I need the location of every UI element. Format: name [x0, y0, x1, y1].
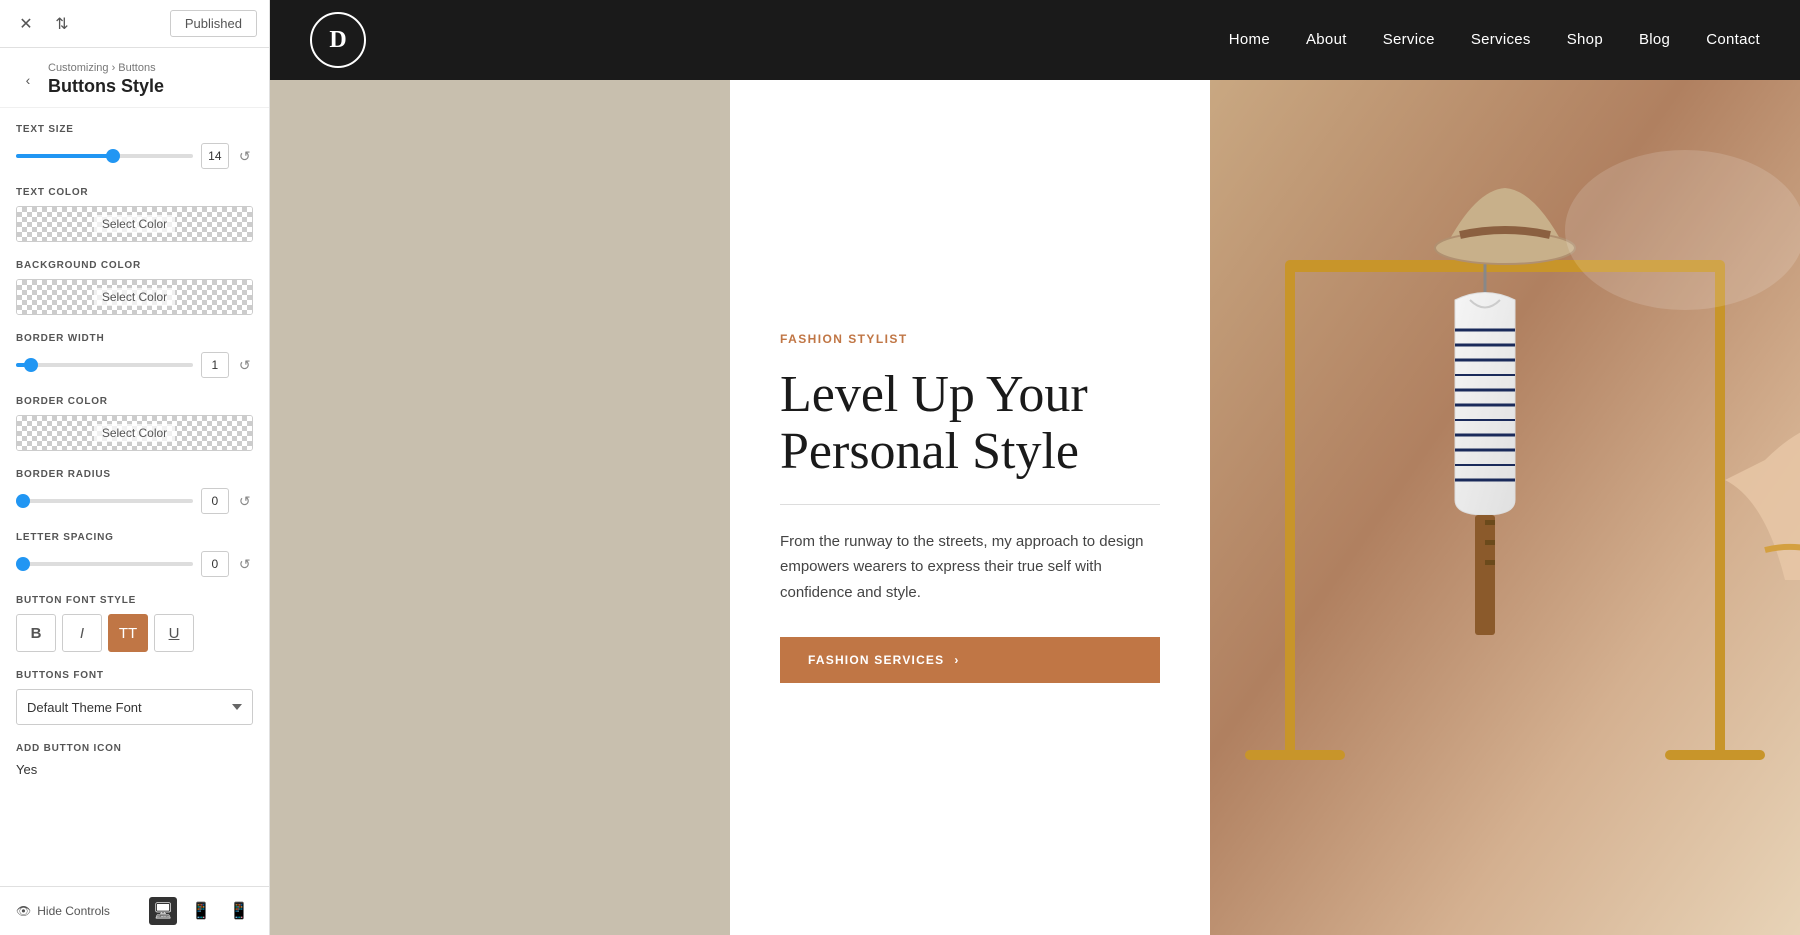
- border-radius-slider[interactable]: [16, 499, 193, 503]
- nav-logo-letter: D: [329, 27, 346, 54]
- cta-arrow-icon: ›: [954, 653, 959, 667]
- text-size-slider[interactable]: [16, 154, 193, 158]
- eye-icon: 👁: [16, 904, 31, 918]
- text-size-reset[interactable]: ↺: [237, 145, 253, 167]
- font-style-buttons: B I TT U: [16, 614, 253, 652]
- border-radius-control: BORDER RADIUS 0 ↺: [16, 469, 253, 514]
- hero-section: FASHION STYLIST Level Up Your Personal S…: [270, 80, 1800, 935]
- cta-button[interactable]: FASHION SERVICES ›: [780, 637, 1160, 683]
- add-button-icon-value: Yes: [16, 762, 253, 777]
- hide-controls-button[interactable]: 👁 Hide Controls: [16, 904, 110, 918]
- mobile-icon[interactable]: 📱: [225, 897, 253, 925]
- text-size-slider-row: 14 ↺: [16, 143, 253, 169]
- add-button-icon-control: ADD BUTTON ICON Yes: [16, 743, 253, 777]
- nav-services[interactable]: Services: [1471, 31, 1531, 48]
- hero-left-block: [270, 80, 730, 935]
- nav-home[interactable]: Home: [1229, 31, 1270, 48]
- top-bar: ✕ ⇅ Published: [0, 0, 269, 48]
- letter-spacing-label: LETTER SPACING: [16, 532, 253, 543]
- text-size-label: TEXT SIZE: [16, 124, 253, 135]
- hero-description: From the runway to the streets, my appro…: [780, 529, 1160, 606]
- text-size-control: TEXT SIZE 14 ↺: [16, 124, 253, 169]
- tablet-icon[interactable]: 📱: [187, 897, 215, 925]
- italic-button[interactable]: I: [62, 614, 102, 652]
- buttons-font-label: BUTTONS FONT: [16, 670, 253, 681]
- border-color-control: BORDER COLOR Select Color: [16, 396, 253, 451]
- hero-right-image: [1210, 80, 1800, 935]
- buttons-font-control: BUTTONS FONT Default Theme Font: [16, 670, 253, 725]
- swap-icon[interactable]: ⇅: [48, 10, 76, 38]
- footer-icons: 🖥 📱 📱: [149, 897, 253, 925]
- border-width-slider[interactable]: [16, 363, 193, 367]
- left-panel: ✕ ⇅ Published ‹ Customizing › Buttons Bu…: [0, 0, 270, 935]
- border-radius-slider-row: 0 ↺: [16, 488, 253, 514]
- panel-header: ‹ Customizing › Buttons Buttons Style: [0, 48, 269, 108]
- letter-spacing-control: LETTER SPACING 0 ↺: [16, 532, 253, 577]
- border-width-reset[interactable]: ↺: [237, 354, 253, 376]
- published-button[interactable]: Published: [170, 10, 257, 37]
- hero-title-line1: Level Up Your: [780, 366, 1088, 423]
- right-preview: D Home About Service Services Shop Blog …: [270, 0, 1800, 935]
- letter-spacing-reset[interactable]: ↺: [237, 553, 253, 575]
- hide-controls-label: Hide Controls: [37, 904, 110, 918]
- clothing-rack-image: [1210, 80, 1800, 935]
- nav-blog[interactable]: Blog: [1639, 31, 1670, 48]
- desktop-icon[interactable]: 🖥: [149, 897, 177, 925]
- underline-button[interactable]: U: [154, 614, 194, 652]
- border-color-select-label: Select Color: [94, 424, 175, 442]
- back-button[interactable]: ‹: [16, 68, 40, 92]
- breadcrumb-section: Customizing › Buttons Buttons Style: [48, 62, 164, 97]
- text-size-value: 14: [201, 143, 228, 169]
- letter-spacing-slider[interactable]: [16, 562, 193, 566]
- hero-divider: [780, 504, 1160, 505]
- nav-bar: D Home About Service Services Shop Blog …: [270, 0, 1800, 80]
- panel-content: TEXT SIZE 14 ↺ TEXT COLOR Select Color B…: [0, 108, 269, 886]
- letter-spacing-value: 0: [201, 551, 228, 577]
- border-width-control: BORDER WIDTH 1 ↺: [16, 333, 253, 378]
- button-font-style-control: BUTTON FONT STYLE B I TT U: [16, 595, 253, 652]
- text-color-select-label: Select Color: [94, 215, 175, 233]
- tt-button[interactable]: TT: [108, 614, 148, 652]
- nav-about[interactable]: About: [1306, 31, 1347, 48]
- add-button-icon-label: ADD BUTTON ICON: [16, 743, 253, 754]
- border-width-value: 1: [201, 352, 228, 378]
- nav-links: Home About Service Services Shop Blog Co…: [1229, 31, 1760, 49]
- border-width-slider-row: 1 ↺: [16, 352, 253, 378]
- hero-title: Level Up Your Personal Style: [780, 366, 1160, 480]
- letter-spacing-slider-row: 0 ↺: [16, 551, 253, 577]
- nav-contact[interactable]: Contact: [1706, 31, 1760, 48]
- nav-service[interactable]: Service: [1383, 31, 1435, 48]
- fashion-label: FASHION STYLIST: [780, 332, 1160, 346]
- border-width-label: BORDER WIDTH: [16, 333, 253, 344]
- close-icon[interactable]: ✕: [12, 10, 40, 38]
- bg-color-label: BACKGROUND COLOR: [16, 260, 253, 271]
- panel-title: Buttons Style: [48, 76, 164, 97]
- bg-color-picker[interactable]: Select Color: [16, 279, 253, 315]
- text-color-picker[interactable]: Select Color: [16, 206, 253, 242]
- bold-button[interactable]: B: [16, 614, 56, 652]
- hero-center-content: FASHION STYLIST Level Up Your Personal S…: [730, 80, 1210, 935]
- bg-color-select-label: Select Color: [94, 288, 175, 306]
- text-color-label: TEXT COLOR: [16, 187, 253, 198]
- panel-footer: 👁 Hide Controls 🖥 📱 📱: [0, 886, 269, 935]
- nav-logo: D: [310, 12, 366, 68]
- buttons-font-dropdown[interactable]: Default Theme Font: [16, 689, 253, 725]
- border-color-picker[interactable]: Select Color: [16, 415, 253, 451]
- button-font-style-label: BUTTON FONT STYLE: [16, 595, 253, 606]
- breadcrumb: Customizing › Buttons: [48, 62, 164, 74]
- hero-title-line2: Personal Style: [780, 423, 1079, 480]
- text-color-control: TEXT COLOR Select Color: [16, 187, 253, 242]
- border-color-label: BORDER COLOR: [16, 396, 253, 407]
- border-radius-label: BORDER RADIUS: [16, 469, 253, 480]
- border-radius-value: 0: [201, 488, 228, 514]
- nav-shop[interactable]: Shop: [1567, 31, 1603, 48]
- border-radius-reset[interactable]: ↺: [237, 490, 253, 512]
- cta-button-label: FASHION SERVICES: [808, 653, 944, 667]
- bg-color-control: BACKGROUND COLOR Select Color: [16, 260, 253, 315]
